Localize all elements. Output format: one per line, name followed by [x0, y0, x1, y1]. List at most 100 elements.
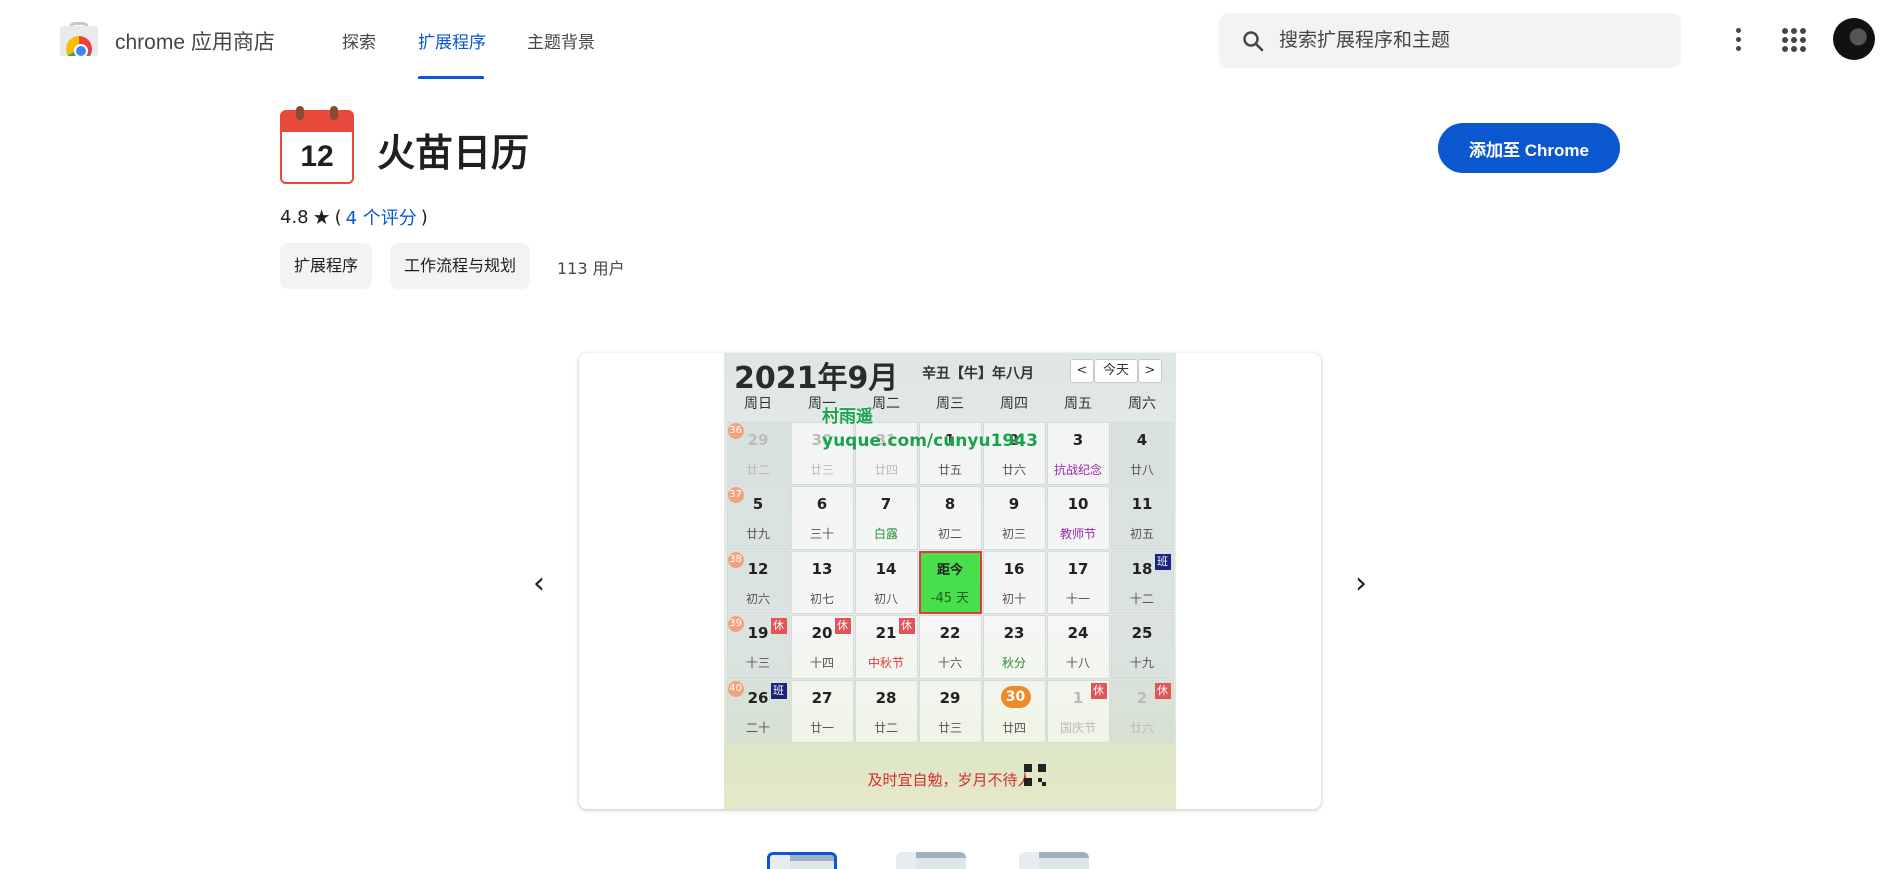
chrome-web-store-logo[interactable]: [60, 22, 98, 56]
thumbnail-3[interactable]: [1019, 852, 1089, 869]
calendar-day-cell: 39 19 十三休: [726, 615, 790, 679]
calendar-day-cell: 距今 -45 天: [918, 550, 982, 614]
calendar-day-cell: 6 三十: [790, 486, 854, 550]
top-bar: chrome 应用商店 探索 扩展程序 主题背景: [0, 0, 1893, 80]
lunar-date: 十三: [745, 656, 770, 670]
day-number: 25: [1131, 624, 1153, 642]
calendar-ring: [330, 106, 338, 120]
holiday-badge: 休: [898, 618, 915, 634]
lunar-date: 初六: [745, 591, 770, 606]
watermark: 村雨遥 yuque.com/cunyu1943: [822, 405, 1038, 453]
calendar-day-cell: 24 十八: [1046, 615, 1110, 679]
calendar-screenshot: 2021年9月 辛丑【牛】年八月 < 今天 > 周日 周一 周二 周三 周四 周五 周六 3…: [724, 353, 1176, 809]
more-options-icon[interactable]: [1726, 24, 1750, 56]
thumbnail-2[interactable]: [896, 852, 966, 869]
qr-code-icon: [1024, 764, 1046, 786]
holiday-badge: 休: [1154, 682, 1171, 699]
day-number: 5: [752, 495, 764, 513]
lunar-date: 中秋节: [867, 656, 904, 670]
calendar-day-cell: 18 十二班: [1110, 550, 1174, 614]
lunar-date: 教师节: [1059, 527, 1096, 541]
calendar-day-cell: 2 廿六休: [1110, 679, 1174, 743]
search-input[interactable]: [1279, 23, 1659, 57]
calendar-day-cell: 23 秋分: [982, 615, 1046, 679]
weekday-label: 周日: [744, 396, 772, 412]
account-avatar[interactable]: [1833, 18, 1875, 60]
google-apps-icon[interactable]: [1782, 28, 1806, 52]
lunar-date: 廿二: [745, 462, 770, 477]
day-number: 14: [875, 559, 897, 578]
calendar-lunar-year: 辛丑【牛】年八月: [922, 366, 1034, 382]
day-number: 距今: [936, 562, 963, 578]
tab-themes[interactable]: 主题背景: [527, 28, 595, 53]
calendar-icon-top: [280, 110, 354, 134]
lunar-date: 抗战纪念: [1053, 462, 1102, 477]
watermark-line1: 村雨遥: [822, 407, 873, 427]
holiday-badge: 休: [834, 618, 851, 634]
lunar-date: 初八: [873, 591, 898, 606]
workday-badge: 班: [1154, 553, 1171, 570]
category-chip-extensions[interactable]: 扩展程序: [280, 243, 373, 289]
carousel-prev-icon[interactable]: ‹: [527, 569, 551, 599]
tab-explore[interactable]: 探索: [342, 28, 376, 53]
weekday-label: 周六: [1128, 396, 1156, 412]
calendar-day-cell: 22 十六: [918, 615, 982, 679]
lunar-date: 白露: [873, 527, 898, 541]
lunar-date: 廿二: [873, 720, 898, 735]
calendar-today-button: 今天: [1094, 359, 1138, 383]
calendar-day-cell: 7 白露: [854, 486, 918, 550]
calendar-day-cell: 16 初十: [982, 550, 1046, 614]
extension-title: 火苗日历: [377, 131, 530, 175]
carousel-next-icon[interactable]: ›: [1349, 569, 1373, 599]
lunar-date: 廿六: [1129, 720, 1154, 735]
ratings-link[interactable]: 4 个评分: [346, 204, 417, 230]
day-number: 23: [1003, 624, 1025, 642]
weekday-label: 周五: [1064, 396, 1092, 412]
rating-paren-open: (: [334, 206, 342, 228]
day-number: 6: [816, 495, 828, 513]
lunar-date: 秋分: [1001, 656, 1026, 670]
rating-row: 4.8 ★ (4 个评分): [280, 204, 428, 230]
calendar-day-cell: 8 初二: [918, 486, 982, 550]
calendar-day-cell: 17 十一: [1046, 550, 1110, 614]
search-box[interactable]: [1219, 13, 1681, 68]
calendar-day-cell: 37 5 廿九: [726, 486, 790, 550]
thumbnail-1[interactable]: [767, 852, 837, 869]
day-number: 4: [1136, 430, 1148, 449]
store-name[interactable]: chrome 应用商店: [115, 26, 275, 56]
lunar-date: 十二: [1129, 591, 1154, 606]
day-number: 24: [1067, 624, 1089, 642]
calendar-day-cell: 29 廿三: [918, 679, 982, 743]
day-number: 17: [1067, 559, 1089, 578]
add-to-chrome-button[interactable]: 添加至 Chrome: [1438, 123, 1620, 173]
calendar-ring: [296, 106, 304, 120]
calendar-day-cell: 40 26 二十班: [726, 679, 790, 743]
day-number: 10: [1067, 495, 1089, 513]
thumbnail-image: [916, 852, 966, 869]
lunar-date: 初五: [1129, 527, 1154, 541]
category-chip-workflow[interactable]: 工作流程与规划: [390, 243, 531, 289]
lunar-date: 三十: [809, 527, 834, 541]
calendar-next-month: >: [1138, 359, 1162, 383]
calendar-day-cell: 28 廿二: [854, 679, 918, 743]
calendar-day-cell: 20 十四休: [790, 615, 854, 679]
day-number: 7: [880, 495, 892, 513]
lunar-date: 廿一: [809, 720, 834, 735]
calendar-icon-number: 12: [300, 140, 334, 173]
thumbnail-image: [1039, 852, 1089, 869]
search-icon: [1243, 31, 1264, 52]
calendar-day-cell: 9 初三: [982, 486, 1046, 550]
screenshot-frame: 2021年9月 辛丑【牛】年八月 < 今天 > 周日 周一 周二 周三 周四 周五 周六 3…: [579, 353, 1321, 809]
lunar-date: 初三: [1001, 527, 1026, 541]
day-number: 29: [939, 688, 961, 707]
calendar-day-cell: 38 12 初六: [726, 550, 790, 614]
day-number: 16: [1003, 559, 1025, 578]
lunar-date: 廿九: [745, 527, 770, 541]
day-number: 3: [1072, 430, 1084, 449]
tab-extensions[interactable]: 扩展程序: [418, 28, 486, 53]
lunar-date: 廿八: [1129, 462, 1154, 477]
lunar-date: 初十: [1001, 591, 1026, 606]
highlighted-date: 30: [1000, 685, 1031, 708]
calendar-day-cell: 11 初五: [1110, 486, 1174, 550]
lunar-date: 廿三: [937, 720, 962, 735]
